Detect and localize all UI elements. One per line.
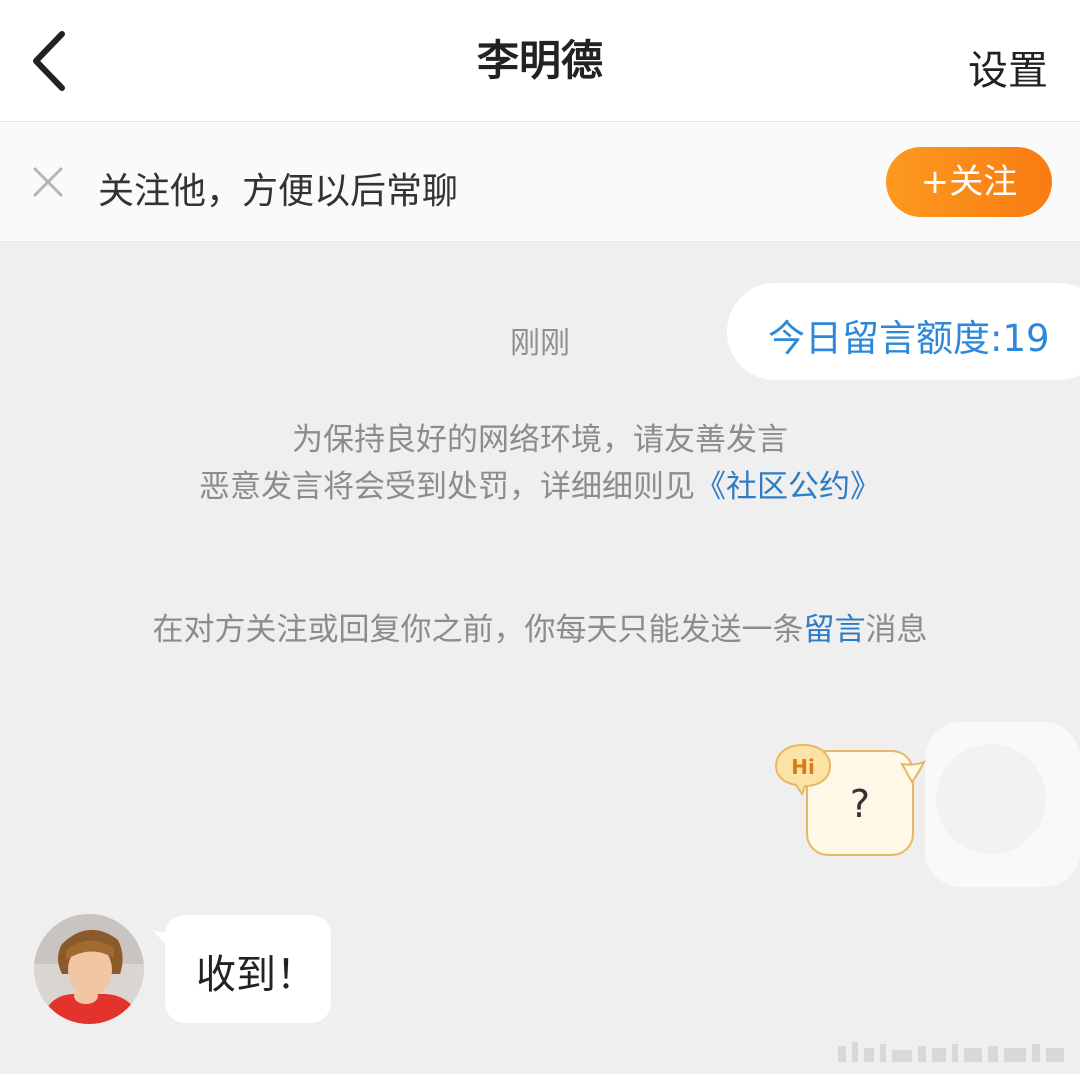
top-nav-bar [0,0,1080,122]
community-rules-link[interactable]: 《社区公约》 [695,469,881,505]
received-message-text: 收到！ [196,952,316,998]
back-arrow-icon[interactable] [30,30,70,92]
leave-message-link[interactable]: 留言 [804,612,866,648]
contact-avatar[interactable] [34,914,144,1024]
message-limit-notice: 在对方关注或回复你之前，你每天只能发送一条留言消息 [0,604,1080,649]
message-limit-text: 在对方关注或回复你之前，你每天只能发送一条 [152,612,804,648]
close-icon[interactable] [32,166,64,198]
community-notice-line2: 恶意发言将会受到处罚，详细细则见《社区公约》 [0,461,1080,506]
community-notice-text: 恶意发言将会受到处罚，详细细则见 [199,469,695,505]
message-limit-suffix: 消息 [865,612,928,648]
follow-prompt-text: 关注他，方便以后常聊 [98,171,459,212]
community-notice-line1: 为保持良好的网络环境，请友善发言 [292,422,788,458]
hi-greeting-icon: Hi [774,743,832,796]
settings-button[interactable]: 设置 [968,38,1048,96]
hi-badge-label: Hi [791,755,815,779]
self-avatar-image [936,744,1046,854]
follow-button[interactable]: +关注 [886,147,1052,217]
message-timestamp: 刚刚 [510,326,570,361]
avatar-portrait-icon [34,914,144,1024]
watermark-icon [838,1042,1064,1062]
